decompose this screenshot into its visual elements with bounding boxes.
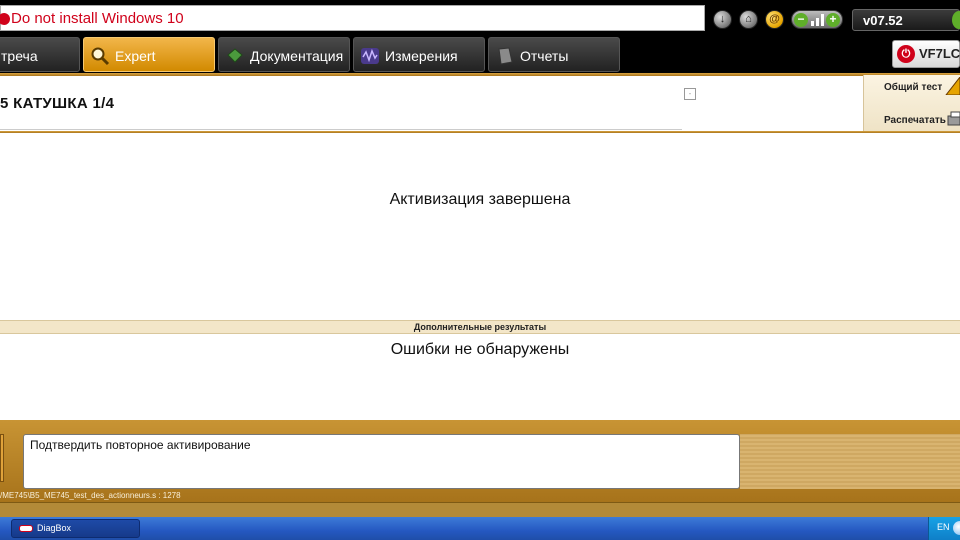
page-title: 5 КАТУШКА 1/4 — [0, 95, 115, 112]
warning-icon — [0, 13, 10, 25]
result-text: Ошибки не обнаружены — [390, 341, 570, 358]
vin-label: VF7LCN — [919, 46, 960, 61]
warning-banner: Do not install Windows 10 — [0, 5, 705, 31]
section-header: Дополнительные результаты — [0, 320, 960, 334]
tab-meeting[interactable]: треча — [0, 37, 80, 72]
tab-label: Отчеты — [520, 48, 569, 64]
network-icon[interactable] — [953, 521, 960, 535]
tab-documentation[interactable]: Документация — [218, 37, 350, 72]
main-tabs: треча Expert Документация Измерения Отче… — [0, 36, 960, 73]
home-icon[interactable]: ⌂ — [739, 10, 758, 29]
download-icon[interactable]: ↓ — [713, 10, 732, 29]
report-icon — [498, 47, 513, 65]
book-icon — [227, 48, 243, 63]
script-path: /ME745\B5_ME745_test_des_actionneurs.s :… — [0, 491, 181, 500]
taskbar-app-button[interactable]: DiagBox — [11, 519, 140, 538]
plus-icon[interactable]: + — [826, 13, 840, 27]
collapse-icon[interactable]: - — [684, 88, 696, 100]
language-indicator[interactable]: EN — [937, 522, 950, 532]
action-area — [740, 434, 960, 489]
tab-label: Expert — [115, 48, 156, 64]
warning-text: Do not install Windows 10 — [11, 10, 184, 27]
diagbox-icon — [19, 525, 33, 532]
at-icon[interactable]: @ — [765, 10, 784, 29]
right-panel: Общий тест Распечатать — [863, 75, 960, 131]
wave-icon — [361, 48, 379, 64]
tab-label: Документация — [250, 48, 344, 64]
taskbar-app-label: DiagBox — [37, 523, 72, 533]
status-indicator-icon — [952, 11, 960, 29]
prompt-box: Подтвердить повторное активирование — [23, 434, 740, 489]
tab-measurements[interactable]: Измерения — [353, 37, 485, 72]
magnifier-icon — [91, 47, 110, 66]
print-button[interactable]: Распечатать — [884, 115, 946, 126]
printer-icon — [947, 111, 960, 126]
back-button[interactable] — [0, 434, 4, 482]
activation-status: Активизация завершена — [389, 191, 571, 208]
divider — [0, 502, 960, 517]
tab-label: Измерения — [385, 48, 458, 64]
version-label: v07.52 — [852, 9, 960, 31]
signal-icon — [811, 14, 825, 26]
prompt-text: Подтвердить повторное активирование — [30, 438, 251, 452]
tab-expert[interactable]: Expert — [83, 37, 215, 72]
divider — [0, 129, 682, 130]
general-test-button[interactable]: Общий тест — [884, 82, 942, 93]
top-bar: Do not install Windows 10 ↓ ⌂ @ − + v07.… — [0, 0, 960, 36]
warning-triangle-icon — [945, 77, 960, 95]
divider — [0, 131, 960, 133]
signal-control[interactable]: − + — [791, 10, 843, 29]
divider — [0, 73, 960, 76]
bottom-panel: Подтвердить повторное активирование /ME7… — [0, 420, 960, 517]
tab-label: треча — [1, 48, 38, 64]
vehicle-button[interactable]: ⏻ VF7LCN — [892, 40, 960, 68]
taskbar: DiagBox EN — [0, 517, 960, 540]
minus-icon[interactable]: − — [794, 13, 808, 27]
tab-reports[interactable]: Отчеты — [488, 37, 620, 72]
power-icon: ⏻ — [897, 45, 915, 63]
